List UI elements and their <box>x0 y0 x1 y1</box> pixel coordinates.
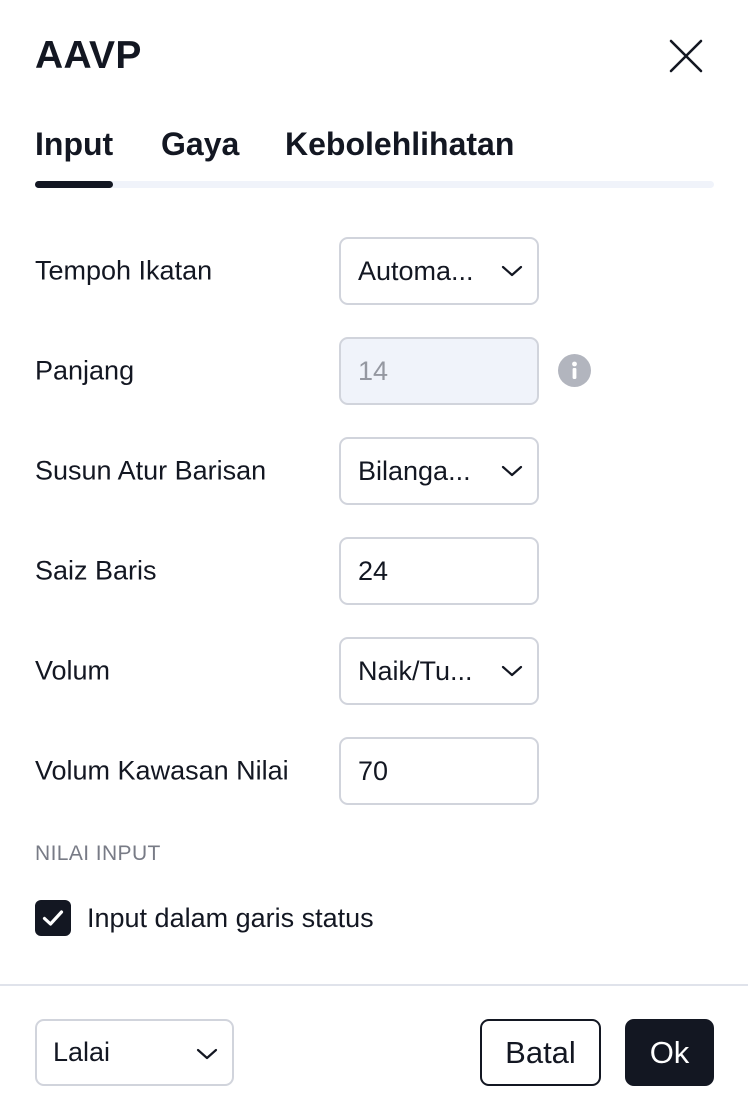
tab-gaya[interactable]: Gaya <box>161 126 239 163</box>
panjang-value: 14 <box>358 355 389 386</box>
tab-bar: Input Gaya Kebolehlihatan <box>35 126 714 188</box>
row-volum-kawasan-nilai: Volum Kawasan Nilai 70 <box>35 737 715 805</box>
volum-select[interactable]: Naik/Tu... <box>339 637 539 705</box>
panjang-input: 14 <box>339 337 539 405</box>
saiz-baris-input[interactable]: 24 <box>339 537 539 605</box>
saiz-baris-label: Saiz Baris <box>35 555 157 586</box>
row-tempoh-ikatan: Tempoh Ikatan Automa... <box>35 237 715 305</box>
cancel-button[interactable]: Batal <box>480 1019 601 1086</box>
chevron-down-icon <box>501 264 523 278</box>
susun-atur-barisan-value: Bilanga... <box>358 455 471 486</box>
section-header-nilai-input: NILAI INPUT <box>35 842 161 865</box>
tempoh-ikatan-select[interactable]: Automa... <box>339 237 539 305</box>
dialog-title: AAVP <box>35 34 142 77</box>
tempoh-ikatan-value: Automa... <box>358 255 474 286</box>
volum-kawasan-nilai-label: Volum Kawasan Nilai <box>35 755 289 786</box>
panjang-label: Panjang <box>35 355 135 386</box>
footer-divider <box>0 984 748 986</box>
chevron-down-icon <box>501 464 523 478</box>
tab-input[interactable]: Input <box>35 126 113 163</box>
info-icon[interactable] <box>558 354 591 387</box>
volum-label: Volum <box>35 655 111 686</box>
tab-kebolehlihatan[interactable]: Kebolehlihatan <box>285 126 514 163</box>
tempoh-ikatan-label: Tempoh Ikatan <box>35 255 213 286</box>
tab-track <box>35 181 714 188</box>
indicator-settings-dialog: AAVP Input Gaya Kebolehlihatan Tempoh Ik… <box>0 0 748 1110</box>
status-line-checkbox-row[interactable]: Input dalam garis status <box>35 899 374 937</box>
row-saiz-baris: Saiz Baris 24 <box>35 537 715 605</box>
status-line-checkbox[interactable] <box>35 900 71 936</box>
volum-kawasan-nilai-input[interactable]: 70 <box>339 737 539 805</box>
close-icon <box>669 39 703 73</box>
chevron-down-icon <box>501 664 523 678</box>
tab-active-indicator <box>35 181 113 188</box>
volum-kawasan-nilai-value: 70 <box>358 755 389 786</box>
saiz-baris-value: 24 <box>358 555 389 586</box>
defaults-select[interactable]: Lalai <box>35 1019 234 1086</box>
row-panjang: Panjang 14 <box>35 337 715 405</box>
close-button[interactable] <box>664 34 708 78</box>
defaults-select-value: Lalai <box>53 1037 111 1067</box>
chevron-down-icon <box>196 1037 218 1068</box>
row-volum: Volum Naik/Tu... <box>35 637 715 705</box>
susun-atur-barisan-select[interactable]: Bilanga... <box>339 437 539 505</box>
checkmark-icon <box>42 910 64 926</box>
row-susun-atur-barisan: Susun Atur Barisan Bilanga... <box>35 437 715 505</box>
status-line-checkbox-label: Input dalam garis status <box>87 902 374 933</box>
susun-atur-barisan-label: Susun Atur Barisan <box>35 455 267 486</box>
volum-value: Naik/Tu... <box>358 655 473 686</box>
ok-button[interactable]: Ok <box>625 1019 714 1086</box>
